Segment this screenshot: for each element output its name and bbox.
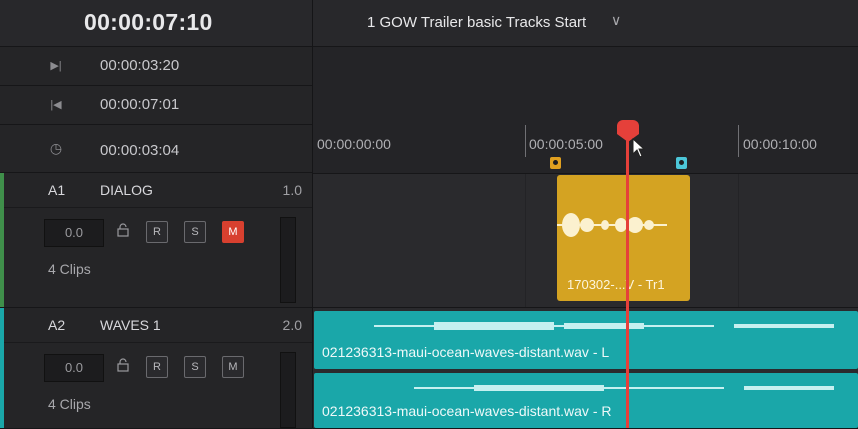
marker-dot	[679, 160, 684, 165]
track-id: A1	[48, 182, 66, 198]
track-volume-field[interactable]: 0.0	[44, 354, 104, 382]
timecode-display[interactable]: 00:00:07:10	[0, 0, 312, 47]
duration-row[interactable]: ◷ 00:00:03:04	[0, 125, 312, 173]
mark-out-timecode: 00:00:07:01	[100, 96, 180, 113]
duration-clock-icon: ◷	[49, 140, 63, 156]
mute-button[interactable]: M	[222, 356, 244, 378]
mark-in-icon: ▶|	[50, 60, 62, 72]
mouse-cursor-icon	[632, 138, 646, 158]
lock-icon[interactable]	[116, 358, 130, 372]
clip-count: 4 Clips	[48, 261, 91, 277]
ruler-label: 00:00:05:00	[529, 136, 603, 152]
clip-label: 021236313-maui-ocean-waves-distant.wav -…	[322, 403, 612, 419]
audio-clip-dialog[interactable]: 170302-...V - Tr1	[557, 175, 690, 301]
marker-dot	[553, 160, 558, 165]
track-header-panel: 00:00:07:10 ▶| 00:00:03:20 |◀ 00:00:07:0…	[0, 0, 313, 429]
playhead-line[interactable]	[626, 130, 629, 428]
marker-orange[interactable]	[550, 157, 561, 169]
mark-in-timecode: 00:00:03:20	[100, 57, 180, 74]
grid-line	[525, 174, 526, 307]
mute-button[interactable]: M	[222, 221, 244, 243]
waveform	[557, 213, 667, 237]
level-meter	[280, 352, 296, 428]
clip-label: 170302-...V - Tr1	[567, 277, 665, 292]
timeline-selector[interactable]: 1 GOW Trailer basic Tracks Start ∨	[313, 0, 858, 47]
track-header-a2[interactable]: A2 WAVES 1 2.0 0.0 R S M 4 Clips	[0, 308, 312, 429]
ruler-label: 00:00:10:00	[743, 136, 817, 152]
track-channels: 2.0	[282, 317, 302, 333]
mark-out-row[interactable]: |◀ 00:00:07:01	[0, 86, 312, 125]
track-name-row-a1: A1 DIALOG 1.0	[4, 173, 312, 208]
ruler-label: 00:00:00:00	[317, 136, 391, 152]
clip-label: 021236313-maui-ocean-waves-distant.wav -…	[322, 344, 610, 360]
chevron-down-icon[interactable]: ∨	[611, 12, 621, 29]
track-header-a1[interactable]: A1 DIALOG 1.0 0.0 R S M 4 Clips	[0, 173, 312, 308]
waveform	[374, 322, 834, 330]
mark-out-icon: |◀	[50, 99, 62, 111]
level-meter	[280, 217, 296, 303]
waveform	[414, 385, 834, 391]
audio-clip-waves-right[interactable]: 021236313-maui-ocean-waves-distant.wav -…	[314, 373, 858, 428]
solo-button[interactable]: S	[184, 356, 206, 378]
audio-clip-waves-left[interactable]: 021236313-maui-ocean-waves-distant.wav -…	[314, 311, 858, 369]
clip-count: 4 Clips	[48, 396, 91, 412]
track-id: A2	[48, 317, 66, 333]
track-name[interactable]: WAVES 1	[100, 317, 161, 333]
track-volume-field[interactable]: 0.0	[44, 219, 104, 247]
fairlight-timeline: 00:00:07:10 ▶| 00:00:03:20 |◀ 00:00:07:0…	[0, 0, 858, 429]
playhead-handle[interactable]	[617, 120, 639, 134]
marker-cyan[interactable]	[676, 157, 687, 169]
solo-button[interactable]: S	[184, 221, 206, 243]
current-timecode: 00:00:07:10	[84, 9, 213, 35]
record-button[interactable]: R	[146, 356, 168, 378]
track-name[interactable]: DIALOG	[100, 182, 153, 198]
record-button[interactable]: R	[146, 221, 168, 243]
ruler-tick	[738, 125, 739, 157]
timeline-title: 1 GOW Trailer basic Tracks Start	[367, 14, 587, 31]
mark-in-row[interactable]: ▶| 00:00:03:20	[0, 47, 312, 86]
duration-timecode: 00:00:03:04	[100, 142, 180, 159]
lock-icon[interactable]	[116, 223, 130, 237]
grid-line	[738, 174, 739, 307]
timecode-ruler[interactable]: 00:00:00:00 00:00:05:00 00:00:10:00	[313, 121, 858, 174]
track-channels: 1.0	[282, 182, 302, 198]
track-name-row-a2: A2 WAVES 1 2.0	[4, 308, 312, 343]
ruler-tick	[525, 125, 526, 157]
timeline-overview	[313, 47, 858, 121]
